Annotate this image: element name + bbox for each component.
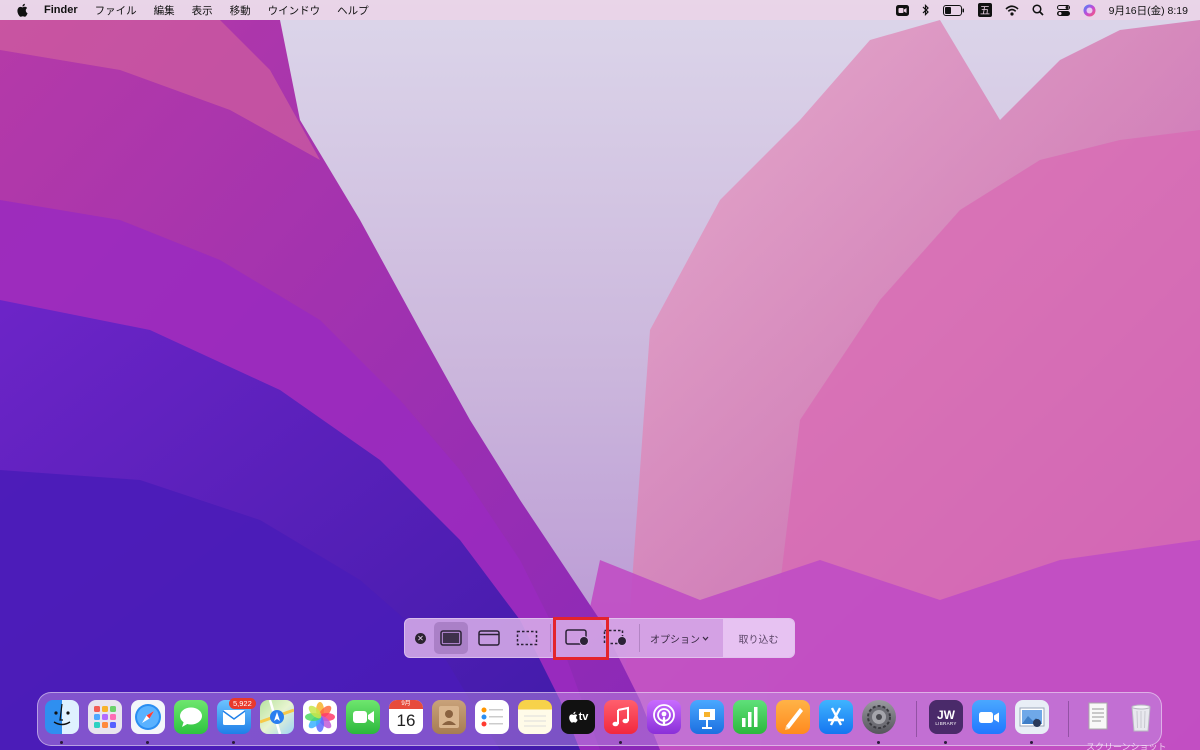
document-stack-icon[interactable] bbox=[1081, 700, 1115, 734]
toolbar-divider bbox=[639, 624, 640, 652]
capture-entire-screen-icon bbox=[440, 630, 462, 646]
trash-icon[interactable] bbox=[1124, 700, 1158, 734]
menu-bar: Finder ファイル 編集 表示 移動 ウインドウ ヘルプ 五 9月16日(金… bbox=[0, 0, 1200, 20]
notes-icon[interactable] bbox=[518, 700, 552, 734]
safari-icon[interactable] bbox=[131, 700, 165, 734]
app-name-menu[interactable]: Finder bbox=[44, 4, 78, 16]
facetime-icon[interactable] bbox=[346, 700, 380, 734]
running-indicator bbox=[232, 741, 235, 744]
numbers-icon[interactable] bbox=[733, 700, 767, 734]
input-method-icon[interactable]: 五 bbox=[977, 3, 992, 17]
search-icon[interactable] bbox=[1032, 4, 1044, 16]
input-method-label: 五 bbox=[980, 6, 990, 17]
capture-button[interactable]: 取り込む bbox=[723, 619, 794, 657]
app-store-icon[interactable] bbox=[819, 700, 853, 734]
jw-label: JW bbox=[937, 707, 955, 722]
options-menu-button[interactable]: オプション bbox=[650, 631, 709, 646]
calendar-day: 16 bbox=[396, 711, 416, 730]
partial-desktop-label: スクリーンショット bbox=[1086, 742, 1167, 750]
menu-view[interactable]: 表示 bbox=[192, 3, 213, 18]
calendar-icon[interactable]: 9月 16 bbox=[389, 700, 423, 734]
jw-sublabel: LIBRARY bbox=[935, 720, 957, 726]
running-indicator bbox=[944, 741, 947, 744]
running-indicator bbox=[877, 741, 880, 744]
camera-icon[interactable] bbox=[895, 4, 909, 16]
capture-window-button[interactable] bbox=[472, 622, 506, 654]
record-entire-screen-button[interactable] bbox=[561, 622, 595, 654]
wifi-icon[interactable] bbox=[1005, 4, 1019, 16]
zoom-icon[interactable] bbox=[972, 700, 1006, 734]
close-icon[interactable]: ✕ bbox=[415, 632, 426, 644]
preview-icon[interactable] bbox=[1015, 700, 1049, 734]
status-area: 五 9月16日(金) 8:19 bbox=[895, 0, 1200, 20]
system-preferences-icon[interactable] bbox=[862, 700, 896, 734]
photos-icon[interactable] bbox=[303, 700, 337, 734]
running-indicator bbox=[619, 741, 622, 744]
menu-go[interactable]: 移動 bbox=[230, 3, 251, 18]
contacts-icon[interactable] bbox=[432, 700, 466, 734]
music-icon[interactable] bbox=[604, 700, 638, 734]
menu-window[interactable]: ウインドウ bbox=[268, 3, 321, 18]
tv-label: tv bbox=[578, 711, 589, 723]
control-center-icon[interactable] bbox=[1056, 4, 1070, 16]
toolbar-divider bbox=[550, 624, 551, 652]
reminders-icon[interactable] bbox=[475, 700, 509, 734]
finder-icon[interactable] bbox=[45, 700, 79, 734]
running-indicator bbox=[1030, 741, 1033, 744]
dock: 5,922 9月 16 tv JW LIBRARY bbox=[37, 692, 1162, 746]
maps-icon[interactable] bbox=[260, 700, 294, 734]
capture-selection-icon bbox=[516, 630, 538, 646]
chevron-down-icon bbox=[702, 636, 709, 641]
tv-icon[interactable]: tv bbox=[561, 700, 595, 734]
menu-help[interactable]: ヘルプ bbox=[337, 3, 369, 18]
screenshot-toolbar: ✕ オプション 取り込む bbox=[404, 618, 795, 658]
capture-window-icon bbox=[478, 630, 500, 646]
launchpad-icon[interactable] bbox=[88, 700, 122, 734]
running-indicator bbox=[146, 741, 149, 744]
dock-separator bbox=[1068, 701, 1069, 737]
battery-icon[interactable] bbox=[942, 4, 965, 16]
mail-icon[interactable]: 5,922 bbox=[217, 698, 256, 734]
menu-clock[interactable]: 9月16日(金) 8:19 bbox=[1109, 3, 1188, 18]
siri-icon[interactable] bbox=[1083, 4, 1096, 17]
options-label: オプション bbox=[650, 634, 700, 646]
record-selection-icon bbox=[603, 629, 627, 646]
keynote-icon[interactable] bbox=[690, 700, 724, 734]
capture-entire-screen-button[interactable] bbox=[434, 622, 468, 654]
pages-icon[interactable] bbox=[776, 700, 810, 734]
apple-menu-icon[interactable] bbox=[14, 2, 30, 18]
capture-selection-button[interactable] bbox=[510, 622, 544, 654]
calendar-month: 9月 bbox=[389, 700, 423, 709]
menu-file[interactable]: ファイル bbox=[95, 3, 137, 18]
running-indicator bbox=[60, 741, 63, 744]
dock-separator bbox=[916, 701, 917, 737]
record-entire-screen-icon bbox=[565, 629, 589, 646]
podcasts-icon[interactable] bbox=[647, 700, 681, 734]
menu-edit[interactable]: 編集 bbox=[154, 3, 175, 18]
record-selection-button[interactable] bbox=[599, 622, 633, 654]
bluetooth-icon[interactable] bbox=[922, 4, 930, 16]
mail-badge: 5,922 bbox=[229, 698, 256, 709]
messages-icon[interactable] bbox=[174, 700, 208, 734]
jw-library-icon[interactable]: JW LIBRARY bbox=[929, 700, 963, 734]
